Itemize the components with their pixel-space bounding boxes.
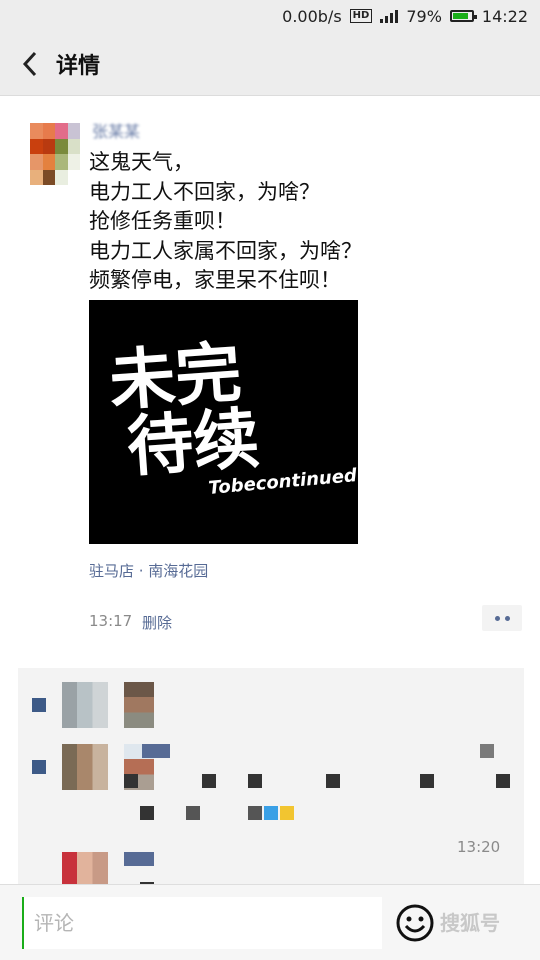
comment-pixel	[186, 806, 200, 820]
hd-badge: HD	[349, 9, 373, 23]
delete-link[interactable]: 删除	[142, 612, 172, 633]
comment-pixel	[420, 774, 434, 788]
post-time: 13:17	[89, 612, 133, 630]
comment-name[interactable]	[124, 852, 154, 866]
comments-panel	[18, 668, 524, 888]
status-bar: 0.00b/s HD 79% 14:22	[0, 0, 540, 32]
comment-pixel	[140, 806, 154, 820]
signal-icon	[380, 9, 399, 23]
back-arrow-icon[interactable]	[8, 42, 52, 86]
comment-pixel	[480, 744, 494, 758]
comment-pixel	[496, 774, 510, 788]
more-dots-icon[interactable]	[482, 605, 522, 631]
clock: 14:22	[481, 6, 528, 26]
comment-name[interactable]	[142, 744, 170, 758]
battery-level: 79%	[406, 6, 442, 26]
post-author[interactable]: 张某某	[92, 118, 140, 142]
post-line: 频繁停电，家里呆不住呗！	[89, 268, 341, 292]
post-line: 电力工人家属不回家，为啥？	[89, 238, 362, 263]
post-line: 电力工人不回家，为啥？	[89, 179, 320, 204]
comment-pixel	[202, 774, 216, 788]
comment-pixel	[248, 806, 262, 820]
network-speed: 0.00b/s	[282, 6, 342, 26]
comment-pixel	[248, 774, 262, 788]
comment-pixel	[280, 806, 294, 820]
comment-pixel	[264, 806, 278, 820]
comment-icon	[32, 760, 46, 774]
avatar[interactable]	[30, 123, 80, 185]
post-line: 抢修任务重呗！	[89, 209, 236, 233]
image-text-bottom: 待续	[125, 400, 262, 486]
comment-avatar[interactable]	[62, 682, 108, 728]
smiley-icon[interactable]	[395, 903, 435, 943]
post-line: 这鬼天气，	[89, 150, 194, 174]
watermark: 搜狐号	[440, 911, 500, 935]
comment-pixel	[124, 774, 138, 788]
post-image[interactable]: 未完 待续 Tobecontinued	[89, 300, 359, 544]
comment-avatar[interactable]	[62, 744, 108, 790]
comment-avatar[interactable]	[62, 852, 108, 888]
comment-time: 13:20	[457, 838, 501, 856]
page-title: 详情	[56, 53, 101, 79]
post-location[interactable]: 驻马店 · 南海花园	[89, 560, 208, 581]
post-text: 这鬼天气， 电力工人不回家，为啥？ 抢修任务重呗！ 电力工人家属不回家，为啥？ …	[89, 148, 519, 296]
comment-avatar[interactable]	[124, 682, 154, 728]
battery-icon	[449, 10, 477, 22]
title-bar: 详情	[0, 32, 540, 96]
comment-pixel	[326, 774, 340, 788]
bottom-bar: 搜狐号	[0, 884, 540, 960]
to-be-continued-graphic: 未完 待续 Tobecontinued	[89, 300, 359, 544]
comment-input[interactable]	[22, 897, 382, 949]
comment-icon	[32, 698, 46, 712]
